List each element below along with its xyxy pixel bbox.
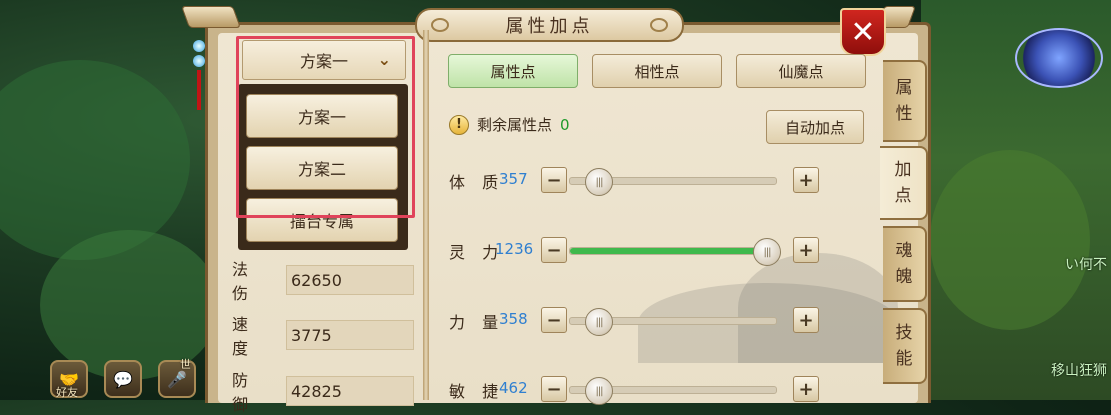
stat-row: 防 御 42825 [232, 371, 414, 414]
chat-icon[interactable]: 💬 [104, 360, 142, 398]
scheme-select[interactable]: 方案一 ⌄ [242, 40, 406, 80]
voice-channel-tag: 世 [180, 358, 191, 371]
side-tab-attributes[interactable]: 属性 [883, 60, 927, 142]
stat-label: 防 御 [232, 371, 255, 414]
stat-row: 速 度 3775 [232, 315, 414, 358]
decrease-button[interactable]: − [541, 376, 567, 402]
close-button[interactable]: ✕ [840, 8, 886, 56]
cloud-ornament-icon [650, 18, 668, 32]
slider-handle[interactable]: ||| [585, 308, 613, 336]
auto-allocate-button[interactable]: 自动加点 [766, 110, 864, 144]
attribute-slider[interactable]: ||| [569, 308, 777, 336]
side-tab-skills[interactable]: 技能 [883, 308, 927, 384]
attribute-value: 1236 [495, 240, 534, 258]
cloud-ornament-icon [431, 18, 449, 32]
side-tab-label: 技能 [895, 323, 913, 369]
stat-value: 42825 [286, 376, 414, 406]
increase-button[interactable]: + [793, 307, 819, 333]
stat-row: 法 伤 62650 [232, 260, 414, 303]
tab-affinity-points[interactable]: 相性点 [592, 54, 722, 88]
attribute-label: 力 量 [449, 313, 505, 332]
stat-value: 62650 [286, 265, 414, 295]
window-title-plaque: 属性加点 [415, 8, 684, 42]
attribute-row: 体 质 357 − ||| + [449, 165, 829, 196]
scheme-selected-label: 方案一 [299, 52, 348, 71]
scheme-option[interactable]: 方案二 [246, 146, 398, 190]
remaining-value: 0 [560, 115, 570, 134]
close-icon: ✕ [850, 14, 876, 50]
slider-handle[interactable]: ||| [585, 168, 613, 196]
side-tab-add-points[interactable]: 加点 [880, 146, 928, 220]
foliage [40, 230, 220, 380]
attribute-label: 敏 捷 [449, 382, 505, 401]
attribute-row: 力 量 358 − ||| + [449, 305, 829, 336]
attribute-slider[interactable]: ||| [569, 168, 777, 196]
stat-label: 速 度 [232, 315, 255, 358]
slider-fill [570, 248, 766, 254]
tab-immortal-demon-points[interactable]: 仙魔点 [736, 54, 866, 88]
scheme-option[interactable]: 擂台专属 [246, 198, 398, 242]
side-tab-label: 魂魄 [895, 241, 913, 287]
chevron-down-icon: ⌄ [377, 50, 391, 69]
slider-handle[interactable]: ||| [753, 238, 781, 266]
side-tab-soul[interactable]: 魂魄 [883, 226, 927, 302]
scheme-dropdown: 方案一 方案二 擂台专属 [238, 84, 408, 250]
attribute-slider[interactable]: ||| [569, 238, 781, 266]
attribute-label: 体 质 [449, 173, 505, 192]
increase-button[interactable]: + [793, 237, 819, 263]
foliage [930, 150, 1090, 330]
side-tab-label: 属性 [895, 78, 913, 124]
increase-button[interactable]: + [793, 167, 819, 193]
side-tab-label: 加点 [894, 160, 912, 206]
attribute-value: 462 [499, 379, 528, 397]
world-npc-name[interactable]: い何不 [1065, 254, 1107, 274]
decrease-button[interactable]: − [541, 307, 567, 333]
window-title: 属性加点 [505, 16, 594, 37]
world-npc-name[interactable]: 移山狂狮 [1051, 360, 1107, 380]
decrease-button[interactable]: − [541, 167, 567, 193]
friends-label: 好友 [56, 386, 78, 399]
tassel-ornament [193, 40, 205, 110]
slider-handle[interactable]: ||| [585, 377, 613, 405]
scroll-roll-left [180, 6, 242, 28]
attribute-value: 358 [499, 310, 528, 328]
decrease-button[interactable]: − [541, 237, 567, 263]
attribute-value: 357 [499, 170, 528, 188]
stat-label: 法 伤 [232, 260, 255, 303]
tab-attribute-points[interactable]: 属性点 [448, 54, 578, 88]
increase-button[interactable]: + [793, 376, 819, 402]
remaining-label: 剩余属性点 [477, 116, 553, 134]
stat-value: 3775 [286, 320, 414, 350]
remaining-points: ! 剩余属性点 0 [449, 114, 570, 135]
attribute-row: 灵 力 1236 − ||| + [449, 235, 829, 266]
foliage [0, 60, 190, 260]
attribute-slider[interactable]: ||| [569, 377, 777, 405]
warning-icon: ! [449, 114, 469, 135]
column-divider [423, 30, 429, 400]
portal-orb[interactable] [1015, 28, 1103, 88]
scheme-option[interactable]: 方案一 [246, 94, 398, 138]
